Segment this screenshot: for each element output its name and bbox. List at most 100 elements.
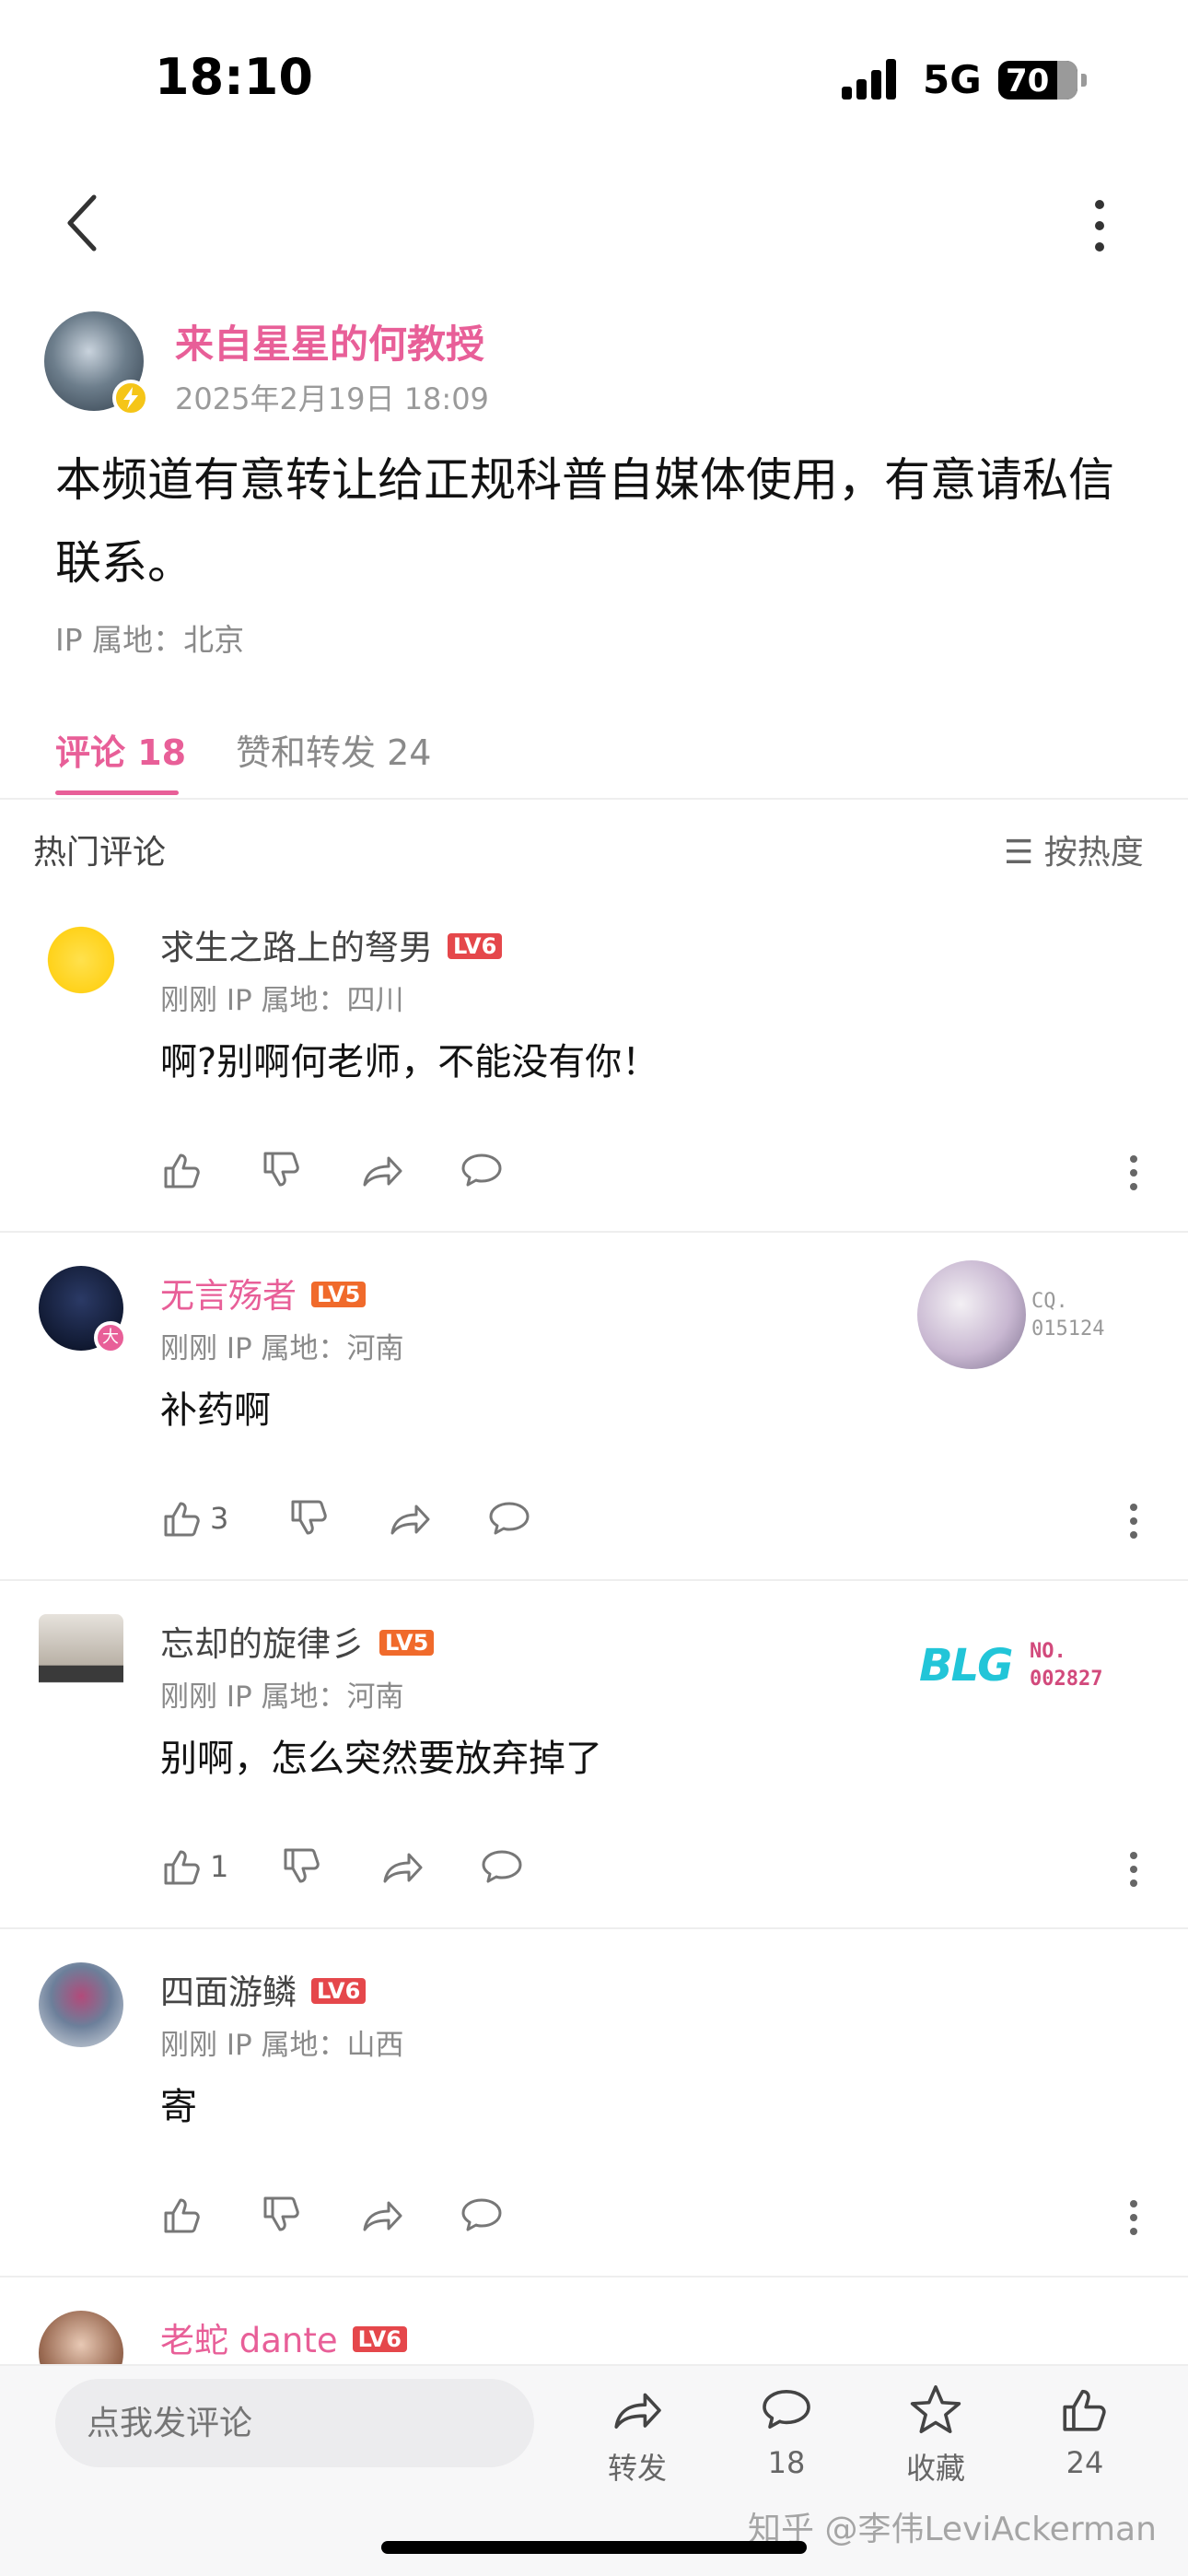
thumbs-up-icon xyxy=(1063,2389,1106,2431)
comment-actions xyxy=(160,2189,1173,2241)
post-content: 本频道有意转让给正规科普自媒体使用，有意请私信联系。 xyxy=(55,453,1114,590)
commenter-avatar[interactable]: 大 xyxy=(39,1266,127,1354)
verified-lightning-icon xyxy=(112,380,149,416)
more-vertical-icon[interactable] xyxy=(1120,1150,1147,1196)
comment-count: 18 xyxy=(767,2445,806,2480)
share-button[interactable] xyxy=(379,1841,425,1892)
comment-actions xyxy=(160,1144,1173,1196)
comment-text: 别啊，怎么突然要放弃掉了 xyxy=(160,1738,602,1780)
comment-meta: 刚刚 IP 属地：河南 xyxy=(160,1332,404,1365)
comment-item: 四面游鳞 LV6 刚刚 IP 属地：山西 寄 xyxy=(0,1929,1188,2277)
more-vertical-icon xyxy=(1095,200,1104,252)
sort-by-popularity-button[interactable]: ☰ 按热度 xyxy=(1004,825,1144,873)
share-arrow-icon xyxy=(383,1853,423,1883)
comment-bubble-icon xyxy=(763,2389,810,2429)
back-button[interactable] xyxy=(52,186,118,260)
share-arrow-icon xyxy=(614,2393,661,2429)
commenter-avatar[interactable] xyxy=(39,1614,123,1699)
avatar-badge: 大 xyxy=(94,1321,127,1354)
level-badge: LV5 xyxy=(379,1629,435,1656)
level-badge: LV6 xyxy=(352,2325,407,2352)
share-arrow-icon xyxy=(363,2201,402,2231)
reply-button[interactable] xyxy=(459,2189,505,2241)
comment-item: 忘却的旋律彡 LV5 BLG NO. 002827 刚刚 IP 属地：河南 别啊，怎… xyxy=(0,1581,1188,1929)
share-button[interactable] xyxy=(387,1493,433,1544)
more-vertical-icon[interactable] xyxy=(1120,1498,1147,1544)
commenter-name[interactable]: 四面游鳞 LV6 xyxy=(160,1964,367,2014)
dislike-button[interactable] xyxy=(260,2189,304,2241)
more-vertical-icon[interactable] xyxy=(1120,2195,1147,2241)
comment-input[interactable] xyxy=(55,2379,534,2467)
comment-actions: 1 xyxy=(160,1841,1173,1892)
post-like-count: 24 xyxy=(1066,2445,1104,2480)
share-arrow-icon xyxy=(390,1505,430,1535)
author-name[interactable]: 来自星星的何教授 xyxy=(175,313,484,369)
thumbs-up-icon xyxy=(164,2198,200,2233)
commenter-name[interactable]: 忘却的旋律彡 LV5 xyxy=(160,1616,435,1666)
comment-item: 老蛇 dante LV6 xyxy=(0,2277,1188,2364)
status-bar: 18:10 5G 70 xyxy=(0,0,1188,157)
comments-button[interactable]: 18 xyxy=(731,2383,842,2480)
commenter-name[interactable]: 求生之路上的弩男 LV6 xyxy=(160,919,503,969)
reply-button[interactable] xyxy=(459,1144,505,1196)
thumbs-down-icon xyxy=(284,1848,320,1883)
tab-likes-reposts[interactable]: 赞和转发 24 xyxy=(236,724,431,775)
thumbs-down-icon xyxy=(291,1500,327,1535)
thumbs-up-icon xyxy=(164,1153,200,1188)
dislike-button[interactable] xyxy=(280,1841,324,1892)
tab-comments[interactable]: 评论 18 xyxy=(55,724,186,775)
hot-comments-title: 热门评论 xyxy=(33,834,167,872)
share-button[interactable] xyxy=(359,1144,405,1196)
comment-text: 寄 xyxy=(160,2086,197,2128)
star-icon xyxy=(910,2385,961,2433)
dislike-button[interactable] xyxy=(287,1493,332,1544)
commenter-name[interactable]: 老蛇 dante LV6 xyxy=(160,2313,407,2362)
blg-fan-medal-logo[interactable]: BLG xyxy=(919,1640,1014,1692)
commenter-avatar[interactable] xyxy=(39,918,123,1002)
more-vertical-icon[interactable] xyxy=(1120,1846,1147,1892)
more-options-button[interactable] xyxy=(1077,193,1122,258)
divider xyxy=(0,798,1188,800)
like-count: 1 xyxy=(210,1849,229,1884)
comment-text: 补药啊 xyxy=(160,1389,271,1432)
dislike-button[interactable] xyxy=(260,1144,304,1196)
comment-text: 啊?别啊何老师，不能没有你！ xyxy=(160,1041,659,1083)
author-avatar[interactable] xyxy=(44,311,149,416)
comment-item: 大 无言殇者 LV5 CQ. 015124 刚刚 IP 属地：河南 补药啊 3 xyxy=(0,1233,1188,1581)
reply-button[interactable] xyxy=(479,1841,525,1892)
comment-bubble-icon xyxy=(489,1502,530,1535)
thumbs-up-icon xyxy=(164,1850,200,1885)
like-post-button[interactable]: 24 xyxy=(1030,2383,1140,2480)
network-type: 5G xyxy=(923,57,982,102)
share-arrow-icon xyxy=(363,1156,402,1187)
fan-medal-number: NO. 002827 xyxy=(1030,1640,1103,1691)
thumbs-down-icon xyxy=(263,1152,299,1187)
share-button[interactable] xyxy=(359,2189,405,2241)
commenter-name[interactable]: 无言殇者 LV5 xyxy=(160,1268,367,1317)
comment-bubble-icon xyxy=(482,1850,522,1883)
commenter-avatar[interactable] xyxy=(39,1962,123,2047)
comment-meta: 刚刚 IP 属地：河南 xyxy=(160,1680,404,1714)
like-button[interactable]: 1 xyxy=(160,1841,228,1892)
post-time: 2025年2月19日 18:09 xyxy=(175,381,489,416)
zhihu-watermark: 知乎 @李伟LeviAckerman xyxy=(748,2511,1157,2548)
fan-medal-image[interactable] xyxy=(917,1260,1026,1369)
like-button[interactable] xyxy=(160,1144,210,1196)
home-indicator[interactable] xyxy=(381,2541,807,2554)
favorite-button[interactable]: 收藏 xyxy=(880,2383,991,2488)
battery-cap xyxy=(1081,74,1087,87)
repost-button[interactable]: 转发 xyxy=(582,2383,693,2488)
comment-meta: 刚刚 IP 属地：四川 xyxy=(160,984,404,1017)
battery-level: 70 xyxy=(1006,63,1050,100)
reply-button[interactable] xyxy=(486,1493,532,1544)
like-button[interactable] xyxy=(160,2189,210,2241)
cellular-signal-icon xyxy=(842,59,906,100)
comment-bubble-icon xyxy=(461,1153,502,1187)
commenter-avatar[interactable] xyxy=(39,2311,123,2364)
level-badge: LV5 xyxy=(311,1281,367,1307)
comment-meta: 刚刚 IP 属地：山西 xyxy=(160,2029,404,2062)
like-button[interactable]: 3 xyxy=(160,1493,228,1544)
comment-bubble-icon xyxy=(461,2198,502,2231)
active-tab-indicator xyxy=(55,790,179,795)
post-ip-location: IP 属地：北京 xyxy=(55,622,245,658)
